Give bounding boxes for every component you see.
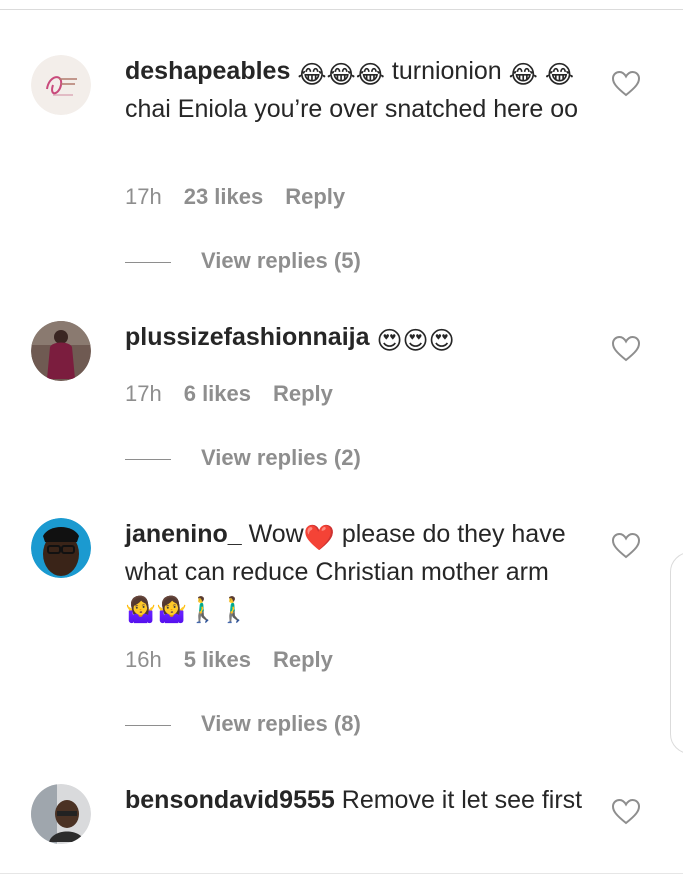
view-replies-button[interactable]: View replies (2) — [125, 445, 361, 471]
comment-text: turnionion — [384, 57, 509, 85]
shrug-walk-emoji: 🤷‍♀️🤷‍♀️🚶‍♂️🚶‍♂️ — [125, 596, 250, 624]
reply-button[interactable]: Reply — [285, 184, 345, 209]
divider-line — [125, 724, 171, 726]
comment-meta: 17h 6 likes Reply — [125, 381, 333, 407]
comment-text: Remove it let see first — [334, 786, 583, 814]
reply-button[interactable]: Reply — [273, 381, 333, 406]
red-heart-emoji: ❤️ — [303, 524, 335, 552]
view-replies-label: View replies (5) — [201, 248, 361, 273]
top-divider — [0, 9, 683, 10]
heart-outline-icon[interactable] — [611, 70, 641, 97]
likes-count[interactable]: 5 likes — [184, 647, 251, 672]
view-replies-button[interactable]: View replies (8) — [125, 711, 361, 737]
heart-outline-icon[interactable] — [611, 798, 641, 825]
side-panel-edge — [670, 552, 683, 754]
avatar[interactable] — [31, 784, 91, 844]
view-replies-label: View replies (2) — [201, 445, 361, 470]
comment-username[interactable]: bensondavid9555 — [125, 786, 335, 814]
comment-time: 17h — [125, 184, 162, 209]
heart-outline-icon[interactable] — [611, 335, 641, 362]
reply-button[interactable]: Reply — [273, 647, 333, 672]
comment-text: Wow — [241, 520, 304, 548]
divider-line — [125, 458, 171, 460]
laughing-emoji: 😂 — [508, 61, 538, 89]
comment-meta: 17h 23 likes Reply — [125, 184, 345, 210]
comment-username[interactable]: janenino_ — [125, 520, 242, 548]
comment-username[interactable]: plussizefashionnaija — [125, 323, 370, 351]
heart-outline-icon[interactable] — [611, 532, 641, 559]
comment-body: deshapeables 😂😂😂 turnionion 😂 😂 chai Eni… — [125, 54, 585, 126]
avatar[interactable] — [31, 55, 91, 115]
comment-body: plussizefashionnaija 😍😍😍 — [125, 320, 585, 358]
comment-body: bensondavid9555 Remove it let see first — [125, 783, 585, 817]
comment-time: 17h — [125, 381, 162, 406]
bottom-divider — [0, 873, 683, 874]
likes-count[interactable]: 23 likes — [184, 184, 264, 209]
comment-time: 16h — [125, 647, 162, 672]
comment-body: janenino_ Wow❤️ please do they have what… — [125, 517, 585, 627]
view-replies-button[interactable]: View replies (5) — [125, 248, 361, 274]
laughing-emoji: 😂 — [544, 61, 575, 89]
comment-username[interactable]: deshapeables — [125, 57, 290, 85]
laughing-emoji: 😂😂😂 — [297, 61, 385, 89]
likes-count[interactable]: 6 likes — [184, 381, 251, 406]
view-replies-label: View replies (8) — [201, 711, 361, 736]
avatar[interactable] — [31, 321, 91, 381]
comment-meta: 16h 5 likes Reply — [125, 647, 333, 673]
comment-text: chai Eniola you’re over snatched here oo — [125, 95, 579, 123]
heart-eyes-emoji: 😍😍😍 — [376, 327, 455, 355]
divider-line — [125, 261, 171, 263]
avatar[interactable] — [31, 518, 91, 578]
